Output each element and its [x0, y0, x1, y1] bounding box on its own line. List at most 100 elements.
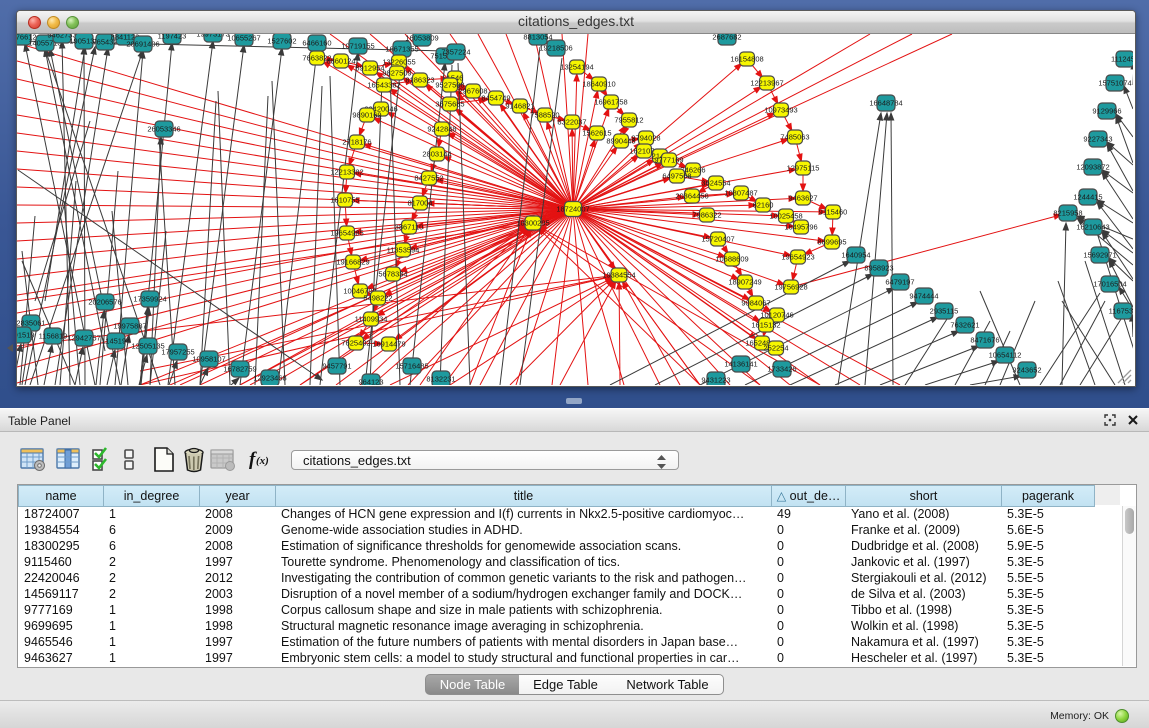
svg-text:15716485: 15716485: [395, 361, 428, 370]
svg-text:16495796: 16495796: [784, 222, 817, 231]
svg-text:16210643: 16210643: [1076, 222, 1109, 231]
svg-text:8958923: 8958923: [864, 263, 893, 272]
svg-text:8860124: 8860124: [326, 56, 355, 65]
svg-text:9890169: 9890169: [352, 110, 381, 119]
svg-text:18724007: 18724007: [556, 204, 589, 213]
svg-text:19166829: 19166829: [336, 257, 369, 266]
svg-text:19218506: 19218506: [539, 43, 572, 52]
svg-text:9474444: 9474444: [909, 291, 938, 300]
svg-text:2803144: 2803144: [422, 149, 451, 158]
svg-text:13226055: 13226055: [382, 57, 415, 66]
svg-text:19973173: 19973173: [196, 34, 229, 38]
svg-text:6497568: 6497568: [662, 171, 691, 180]
svg-text:1610755: 1610755: [330, 195, 359, 204]
svg-text:1527602: 1527602: [267, 36, 296, 45]
svg-text:6466160: 6466160: [302, 38, 331, 47]
svg-text:19384554: 19384554: [602, 270, 635, 279]
svg-text:17359924: 17359924: [133, 294, 166, 303]
svg-text:5498222: 5498222: [363, 293, 392, 302]
svg-text:15692971: 15692971: [1083, 250, 1116, 259]
svg-text:20206576: 20206576: [88, 297, 121, 306]
svg-text:12975115: 12975115: [787, 163, 820, 172]
svg-text:1640954: 1640954: [841, 250, 870, 259]
svg-text:16961758: 16961758: [594, 97, 627, 106]
svg-text:10807487: 10807487: [724, 188, 757, 197]
svg-text:9146821: 9146821: [505, 101, 534, 110]
svg-text:9243652: 9243652: [1012, 365, 1041, 374]
svg-text:1197423: 1197423: [158, 34, 187, 40]
svg-text:7955812: 7955812: [614, 115, 643, 124]
svg-text:1156819: 1156819: [39, 331, 68, 340]
svg-text:12213967: 12213967: [750, 78, 783, 87]
svg-text:252254: 252254: [763, 343, 788, 352]
svg-text:1145194: 1145194: [102, 336, 131, 345]
svg-text:3675685: 3675685: [435, 99, 464, 108]
svg-text:7485063: 7485063: [780, 132, 809, 141]
svg-text:12093872: 12093872: [1076, 162, 1109, 171]
svg-text:10688609: 10688609: [715, 254, 748, 263]
svg-text:964123: 964123: [358, 377, 383, 385]
svg-text:10958107: 10958107: [192, 354, 225, 363]
svg-text:8699695: 8699695: [817, 237, 846, 246]
svg-text:1167533: 1167533: [1109, 306, 1133, 315]
svg-text:19654923: 19654923: [781, 252, 814, 261]
svg-text:2835061: 2835061: [17, 318, 46, 327]
svg-text:19654985: 19654985: [330, 228, 363, 237]
svg-text:10654112: 10654112: [989, 350, 1022, 359]
svg-text:15720407: 15720407: [701, 234, 734, 243]
svg-text:16914479: 16914479: [372, 339, 405, 348]
svg-text:9129966: 9129966: [1092, 106, 1121, 115]
svg-text:18640910: 18640910: [582, 79, 615, 88]
svg-text:16154808: 16154808: [730, 54, 763, 63]
svg-text:7588520: 7588520: [530, 110, 559, 119]
svg-text:8322037: 8322037: [557, 117, 586, 126]
svg-text:18300295: 18300295: [516, 218, 549, 227]
svg-text:8427552: 8427552: [414, 173, 443, 182]
svg-text:14136141: 14136141: [724, 359, 757, 368]
svg-text:15751074: 15751074: [1098, 78, 1131, 87]
svg-text:8471676: 8471676: [970, 335, 999, 344]
svg-text:12923468: 12923468: [253, 373, 286, 382]
svg-text:19975887: 19975887: [113, 321, 146, 330]
svg-text:7986322: 7986322: [692, 210, 721, 219]
svg-text:16648784: 16648784: [869, 98, 902, 107]
svg-text:8912954: 8912954: [355, 63, 384, 72]
svg-text:1733426: 1733426: [767, 364, 796, 373]
svg-text:7625402: 7625402: [341, 338, 370, 347]
svg-text:6479197: 6479197: [885, 277, 914, 286]
svg-text:11409934: 11409934: [355, 314, 388, 323]
svg-text:12942757: 12942757: [67, 333, 100, 342]
svg-text:8132231: 8132231: [426, 374, 455, 383]
svg-text:2718176: 2718176: [342, 137, 371, 146]
svg-text:17957255: 17957255: [161, 347, 194, 356]
svg-text:3867110: 3867110: [395, 222, 424, 231]
svg-text:7357224: 7357224: [441, 47, 470, 56]
svg-text:9777169: 9777169: [654, 155, 683, 164]
svg-text:9227343: 9227343: [1083, 134, 1112, 143]
svg-text:8186323: 8186323: [405, 75, 434, 84]
svg-text:7632621: 7632621: [950, 320, 979, 329]
svg-text:817004: 817004: [407, 198, 432, 207]
svg-text:1615132: 1615132: [751, 320, 780, 329]
svg-text:26053346: 26053346: [147, 124, 180, 133]
svg-text:16053809: 16053809: [405, 34, 438, 42]
svg-text:20691406: 20691406: [126, 39, 159, 48]
svg-text:9115460: 9115460: [819, 207, 848, 216]
svg-text:(x): (x): [256, 455, 269, 467]
svg-text:11353594: 11353594: [387, 245, 420, 254]
svg-text:62160: 62160: [753, 200, 774, 209]
svg-text:9242848: 9242848: [427, 124, 456, 133]
svg-text:2687682: 2687682: [712, 34, 741, 41]
svg-text:5678334: 5678334: [378, 269, 407, 278]
svg-text:18907249: 18907249: [728, 277, 761, 286]
svg-text:13254194: 13254194: [560, 62, 593, 71]
svg-text:16543382: 16543382: [367, 80, 400, 89]
svg-text:1112453: 1112453: [1111, 54, 1133, 63]
svg-text:12505135: 12505135: [131, 341, 164, 350]
svg-text:8813054: 8813054: [523, 34, 552, 41]
svg-text:12213382: 12213382: [330, 167, 363, 176]
svg-text:3624554: 3624554: [701, 178, 730, 187]
svg-text:16782759: 16782759: [223, 364, 256, 373]
svg-text:8215958: 8215958: [1053, 208, 1082, 217]
svg-text:10719155: 10719155: [341, 41, 374, 50]
